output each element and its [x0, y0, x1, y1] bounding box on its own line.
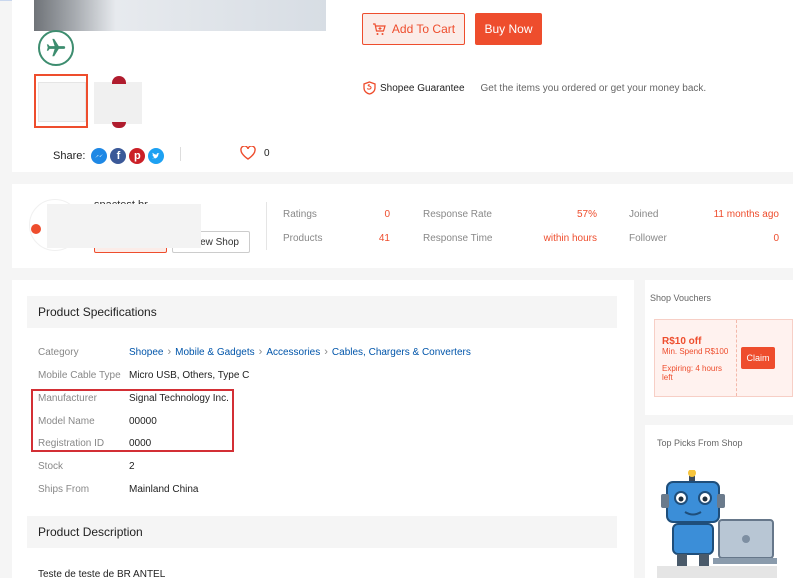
- stat-joined-value: 11 months ago: [713, 209, 779, 220]
- stat-products-label: Products: [283, 233, 323, 244]
- chevron-right-icon: ›: [167, 346, 172, 358]
- stat-ratings-label: Ratings: [283, 209, 317, 220]
- cart-icon: [372, 22, 386, 35]
- stat-response-rate-label: Response Rate: [423, 209, 492, 220]
- product-details-panel: Product Specifications Category Shopee ›…: [12, 280, 634, 578]
- guarantee-description: Get the items you ordered or get your mo…: [480, 82, 707, 94]
- spec-label: Stock: [38, 461, 64, 472]
- guarantee-title: Shopee Guarantee: [380, 82, 465, 94]
- stat-products-value[interactable]: 41: [352, 233, 390, 244]
- buy-now-button[interactable]: Buy Now: [475, 13, 542, 45]
- airplane-icon: [38, 30, 74, 66]
- shopee-guarantee: Shopee Guarantee Get the items you order…: [363, 81, 706, 95]
- voucher-card: R$10 off Min. Spend R$100 Expiring: 4 ho…: [654, 319, 793, 397]
- description-text: Teste de teste de BR ANTEL: [38, 569, 166, 578]
- voucher-amount: R$10 off: [662, 336, 702, 347]
- stat-ratings-value[interactable]: 0: [352, 209, 390, 220]
- stat-response-time-label: Response Time: [423, 233, 493, 244]
- divider: [180, 147, 181, 161]
- stat-follower-label: Follower: [629, 233, 667, 244]
- stat-follower-value: 0: [773, 233, 779, 244]
- stat-response-rate-value: 57%: [576, 209, 597, 220]
- description-heading: Product Description: [27, 516, 617, 548]
- specifications-heading: Product Specifications: [27, 296, 617, 328]
- add-to-cart-button[interactable]: Add To Cart: [362, 13, 465, 45]
- twitter-icon[interactable]: [148, 148, 165, 164]
- spec-value: 2: [129, 461, 135, 472]
- product-thumbnail-selected[interactable]: [34, 74, 88, 128]
- redacted-area: [47, 204, 201, 248]
- claim-button[interactable]: Claim: [741, 347, 775, 369]
- spec-label: Mobile Cable Type: [38, 370, 121, 381]
- divider: [266, 202, 267, 250]
- product-main-image[interactable]: [34, 0, 326, 31]
- shop-vouchers-panel: Shop Vouchers R$10 off Min. Spend R$100 …: [645, 280, 793, 415]
- product-panel: Share: f p 0 Add To Cart Buy Now Shopee …: [12, 0, 793, 172]
- breadcrumb-link[interactable]: Cables, Chargers & Converters: [332, 347, 471, 358]
- share-bar: Share: f p: [53, 148, 165, 164]
- breadcrumb-link[interactable]: Shopee: [129, 347, 163, 358]
- chevron-right-icon: ›: [258, 346, 263, 358]
- top-picks-panel: Top Picks From Shop: [645, 425, 793, 578]
- voucher-expiry: Expiring: 4 hours left: [662, 364, 723, 382]
- spec-label: Category: [38, 347, 79, 358]
- spec-value: Mainland China: [129, 484, 199, 495]
- shop-panel: spactest.br View Shop Ratings 0 Products…: [12, 184, 793, 268]
- spec-value: Micro USB, Others, Type C: [129, 370, 250, 381]
- facebook-icon[interactable]: f: [110, 148, 127, 164]
- share-label: Share:: [53, 150, 86, 162]
- chevron-right-icon: ›: [324, 346, 328, 358]
- top-picks-title: Top Picks From Shop: [657, 438, 743, 448]
- product-thumbnail[interactable]: [94, 76, 142, 128]
- like-button[interactable]: 0: [240, 146, 270, 160]
- breadcrumb: Shopee › Mobile & Gadgets › Accessories …: [129, 346, 471, 358]
- annotation-highlight-box: [31, 389, 234, 452]
- breadcrumb-link[interactable]: Mobile & Gadgets: [175, 347, 255, 358]
- stat-joined-label: Joined: [629, 209, 659, 220]
- spec-label: Ships From: [38, 484, 90, 495]
- vouchers-title: Shop Vouchers: [650, 293, 712, 303]
- stat-response-time-value: within hours: [543, 233, 597, 244]
- likes-count: 0: [264, 147, 270, 159]
- messenger-icon[interactable]: [91, 148, 108, 164]
- shield-icon: [363, 81, 376, 95]
- breadcrumb-link[interactable]: Accessories: [266, 347, 320, 358]
- robot-illustration[interactable]: [657, 470, 777, 578]
- pinterest-icon[interactable]: p: [129, 148, 146, 164]
- voucher-min-spend: Min. Spend R$100: [662, 347, 729, 356]
- heart-icon: [240, 146, 256, 160]
- add-to-cart-label: Add To Cart: [391, 22, 456, 36]
